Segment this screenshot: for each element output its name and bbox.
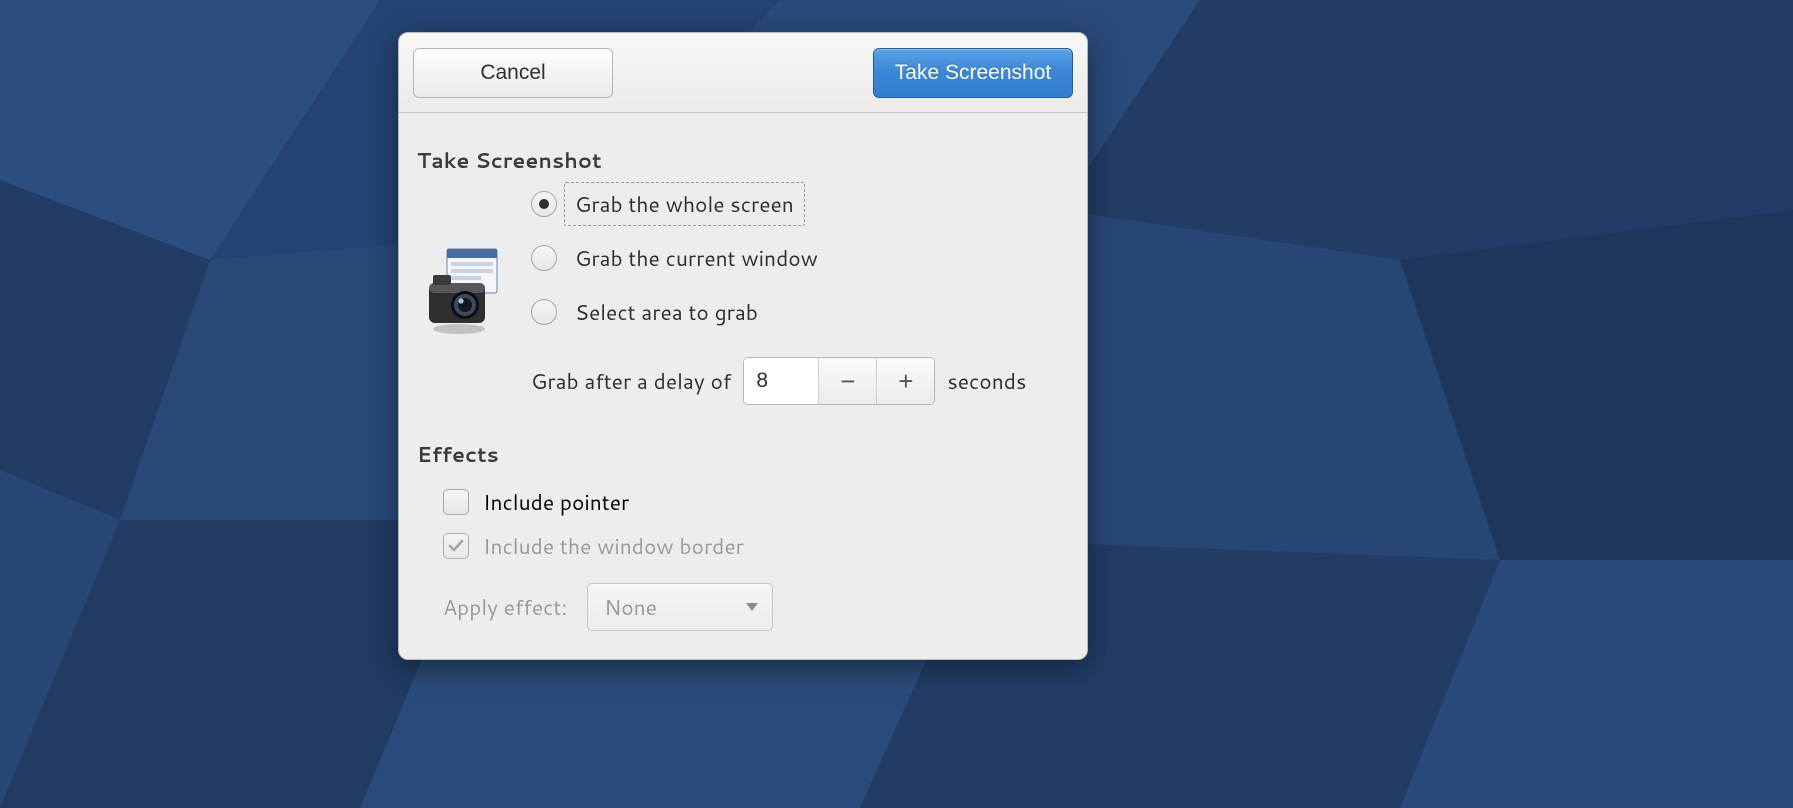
effects-section-title: Effects [417, 439, 1069, 469]
apply-effect-row: Apply effect: None [443, 583, 1069, 631]
chevron-down-icon [746, 603, 758, 611]
apply-effect-combobox: None [587, 583, 773, 631]
checkbox-label: Include the window border [483, 531, 744, 561]
checkbox-indicator [443, 533, 469, 559]
delay-value-input[interactable] [744, 358, 818, 404]
apply-effect-label: Apply effect: [443, 592, 567, 622]
radio-label: Grab the current window [575, 243, 818, 273]
plus-icon: + [898, 366, 913, 397]
radio-label: Grab the whole screen [575, 189, 794, 219]
combobox-value: None [604, 592, 657, 622]
delay-spinbutton: − + [743, 357, 935, 405]
screenshot-dialog: Cancel Take Screenshot Take Screenshot [398, 32, 1088, 660]
delay-suffix-label: seconds [947, 366, 1026, 396]
checkbox-indicator [443, 489, 469, 515]
capture-section-title: Take Screenshot [417, 145, 1069, 175]
radio-label: Select area to grab [575, 297, 758, 327]
radio-select-area[interactable]: Select area to grab [531, 297, 1069, 327]
cancel-button[interactable]: Cancel [413, 48, 613, 98]
delay-prefix-label: Grab after a delay of [531, 366, 731, 396]
delay-row: Grab after a delay of − + seconds [531, 357, 1069, 405]
checkbox-label: Include pointer [483, 487, 629, 517]
delay-decrement-button[interactable]: − [818, 358, 876, 404]
include-window-border-checkbox: Include the window border [443, 531, 1069, 561]
minus-icon: − [840, 366, 855, 397]
take-screenshot-button[interactable]: Take Screenshot [873, 48, 1073, 98]
delay-increment-button[interactable]: + [876, 358, 934, 404]
radio-indicator [531, 245, 557, 271]
radio-indicator [531, 191, 557, 217]
dialog-content: Take Screenshot [399, 113, 1087, 659]
radio-grab-whole-screen[interactable]: Grab the whole screen [531, 189, 1069, 219]
include-pointer-checkbox[interactable]: Include pointer [443, 487, 1069, 517]
camera-screenshot-icon [425, 245, 505, 341]
radio-grab-current-window[interactable]: Grab the current window [531, 243, 1069, 273]
radio-indicator [531, 299, 557, 325]
dialog-titlebar: Cancel Take Screenshot [399, 33, 1087, 113]
